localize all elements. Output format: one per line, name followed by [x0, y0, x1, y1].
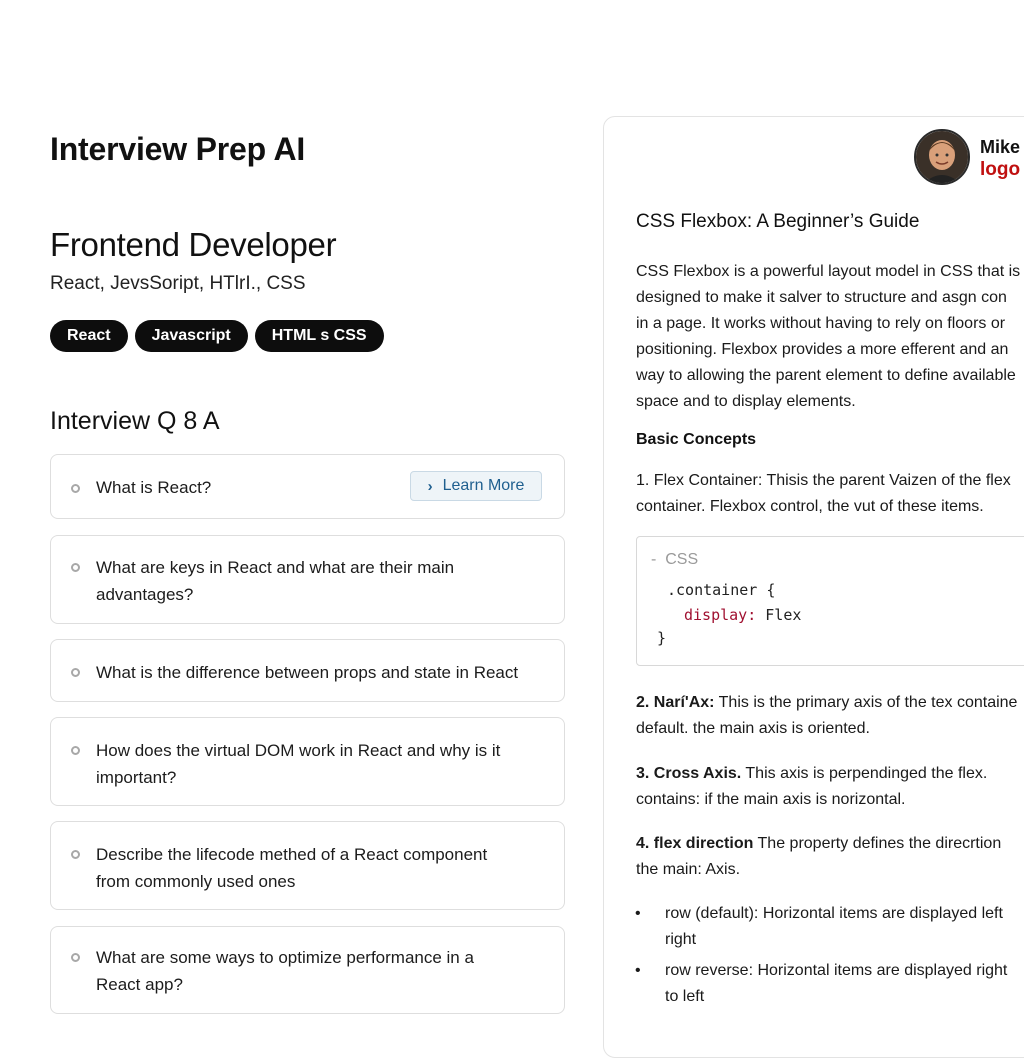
article-title: CSS Flexbox: A Beginner’s Guide: [636, 211, 920, 232]
user-name: Mike: [980, 137, 1021, 157]
question-card[interactable]: What are some ways to optimize performan…: [50, 926, 565, 1014]
concept-cross-axis: 3. Cross Axis. This axis is perpendinged…: [636, 761, 987, 813]
concept-line: container. Flexbox control, the vut of t…: [636, 498, 984, 515]
minus-icon: -: [651, 551, 657, 568]
question-card[interactable]: Describe the lifecode methed of a React …: [50, 821, 565, 910]
code-property: display:: [684, 606, 757, 624]
intro-line: positioning. Flexbox provides a more eff…: [636, 341, 1009, 358]
concept-term: 3. Cross Axis.: [636, 765, 742, 782]
code-language-label: - CSS: [651, 551, 699, 568]
intro-line: way to allowing the parent element to de…: [636, 367, 1016, 384]
concept-line: 1. Flex Container: Thisis the parent Vai…: [636, 472, 1011, 489]
question-text: What are keys in React and what are thei…: [96, 558, 455, 604]
bullet-circle-icon: [71, 953, 80, 962]
bullet-circle-icon: [71, 563, 80, 572]
tag-javascript[interactable]: Javascript: [134, 320, 248, 352]
concept-term: 2. Narí'Ax:: [636, 694, 715, 711]
question-text: What are some ways to optimize performan…: [96, 948, 474, 994]
learn-more-label: Learn More: [442, 477, 525, 494]
concept-term: 4. flex direction: [636, 835, 754, 852]
tag-react[interactable]: React: [50, 320, 128, 352]
question-card[interactable]: What is React? › Learn More: [50, 454, 565, 519]
bullet-dot-icon: •: [635, 905, 641, 922]
concept-flex-container: 1. Flex Container: Thisis the parent Vai…: [636, 468, 1011, 520]
bullet-circle-icon: [71, 850, 80, 859]
bullet-circle-icon: [71, 484, 80, 493]
bullet-dot-icon: •: [635, 962, 641, 979]
article-intro: CSS Flexbox is a powerful layout model i…: [636, 259, 1020, 415]
list-item: • row reverse: Horizontal items are disp…: [635, 958, 1024, 1010]
question-card[interactable]: What is the difference between props and…: [50, 639, 565, 702]
learn-more-button[interactable]: › Learn More: [410, 471, 542, 501]
question-text: What is the difference between props and…: [96, 663, 519, 682]
concept-main-axis: 2. Narí'Ax: This is the primary axis of …: [636, 690, 1017, 742]
tag-html-css[interactable]: HTML s CSS: [254, 320, 384, 352]
code-block: - CSS .container { display: Flex }: [636, 536, 1024, 666]
question-card[interactable]: How does the virtual DOM work in React a…: [50, 717, 565, 806]
avatar-photo-icon: [916, 131, 968, 183]
app-title: Interview Prep AI: [50, 131, 306, 167]
brand-logo: logo: [980, 159, 1021, 180]
list-item: • row (default): Horizontal items are di…: [635, 901, 1024, 953]
qa-heading: Interview Q 8 A: [50, 407, 220, 435]
role-title: Frontend Developer: [50, 226, 337, 263]
bullet-circle-icon: [71, 746, 80, 755]
user-avatar[interactable]: [914, 129, 970, 185]
intro-line: in a page. It works without having to re…: [636, 315, 1006, 332]
code-line: .container {: [667, 581, 776, 599]
intro-line: space and to display elements.: [636, 393, 856, 410]
intro-line: CSS Flexbox is a powerful layout model i…: [636, 263, 1021, 280]
question-card[interactable]: What are keys in React and what are thei…: [50, 535, 565, 624]
code-line: }: [657, 629, 667, 647]
question-text: What is React?: [96, 478, 212, 497]
section-heading: Basic Concepts: [636, 431, 757, 448]
code-value: Flex: [756, 606, 802, 624]
role-skills: React, JevsSoript, HTlrI., CSS: [50, 273, 306, 294]
chevron-right-icon: ›: [427, 477, 433, 495]
question-text: Describe the lifecode methed of a React …: [96, 845, 488, 891]
article-panel: Mike logo CSS Flexbox: A Beginner’s Guid…: [603, 116, 1024, 1058]
concept-line: the main: Axis.: [636, 861, 741, 878]
skill-tags: React Javascript HTML s CSS: [50, 320, 384, 352]
concept-line: contains: if the main axis is norizontal…: [636, 791, 906, 808]
code-line: display: Flex: [684, 606, 801, 624]
concept-line: default. the main axis is oriented.: [636, 720, 870, 737]
question-text: How does the virtual DOM work in React a…: [96, 741, 501, 787]
bullet-circle-icon: [71, 668, 80, 677]
concept-flex-direction: 4. flex direction The property defines t…: [636, 831, 1001, 883]
intro-line: designed to make it salver to structure …: [636, 289, 1007, 306]
